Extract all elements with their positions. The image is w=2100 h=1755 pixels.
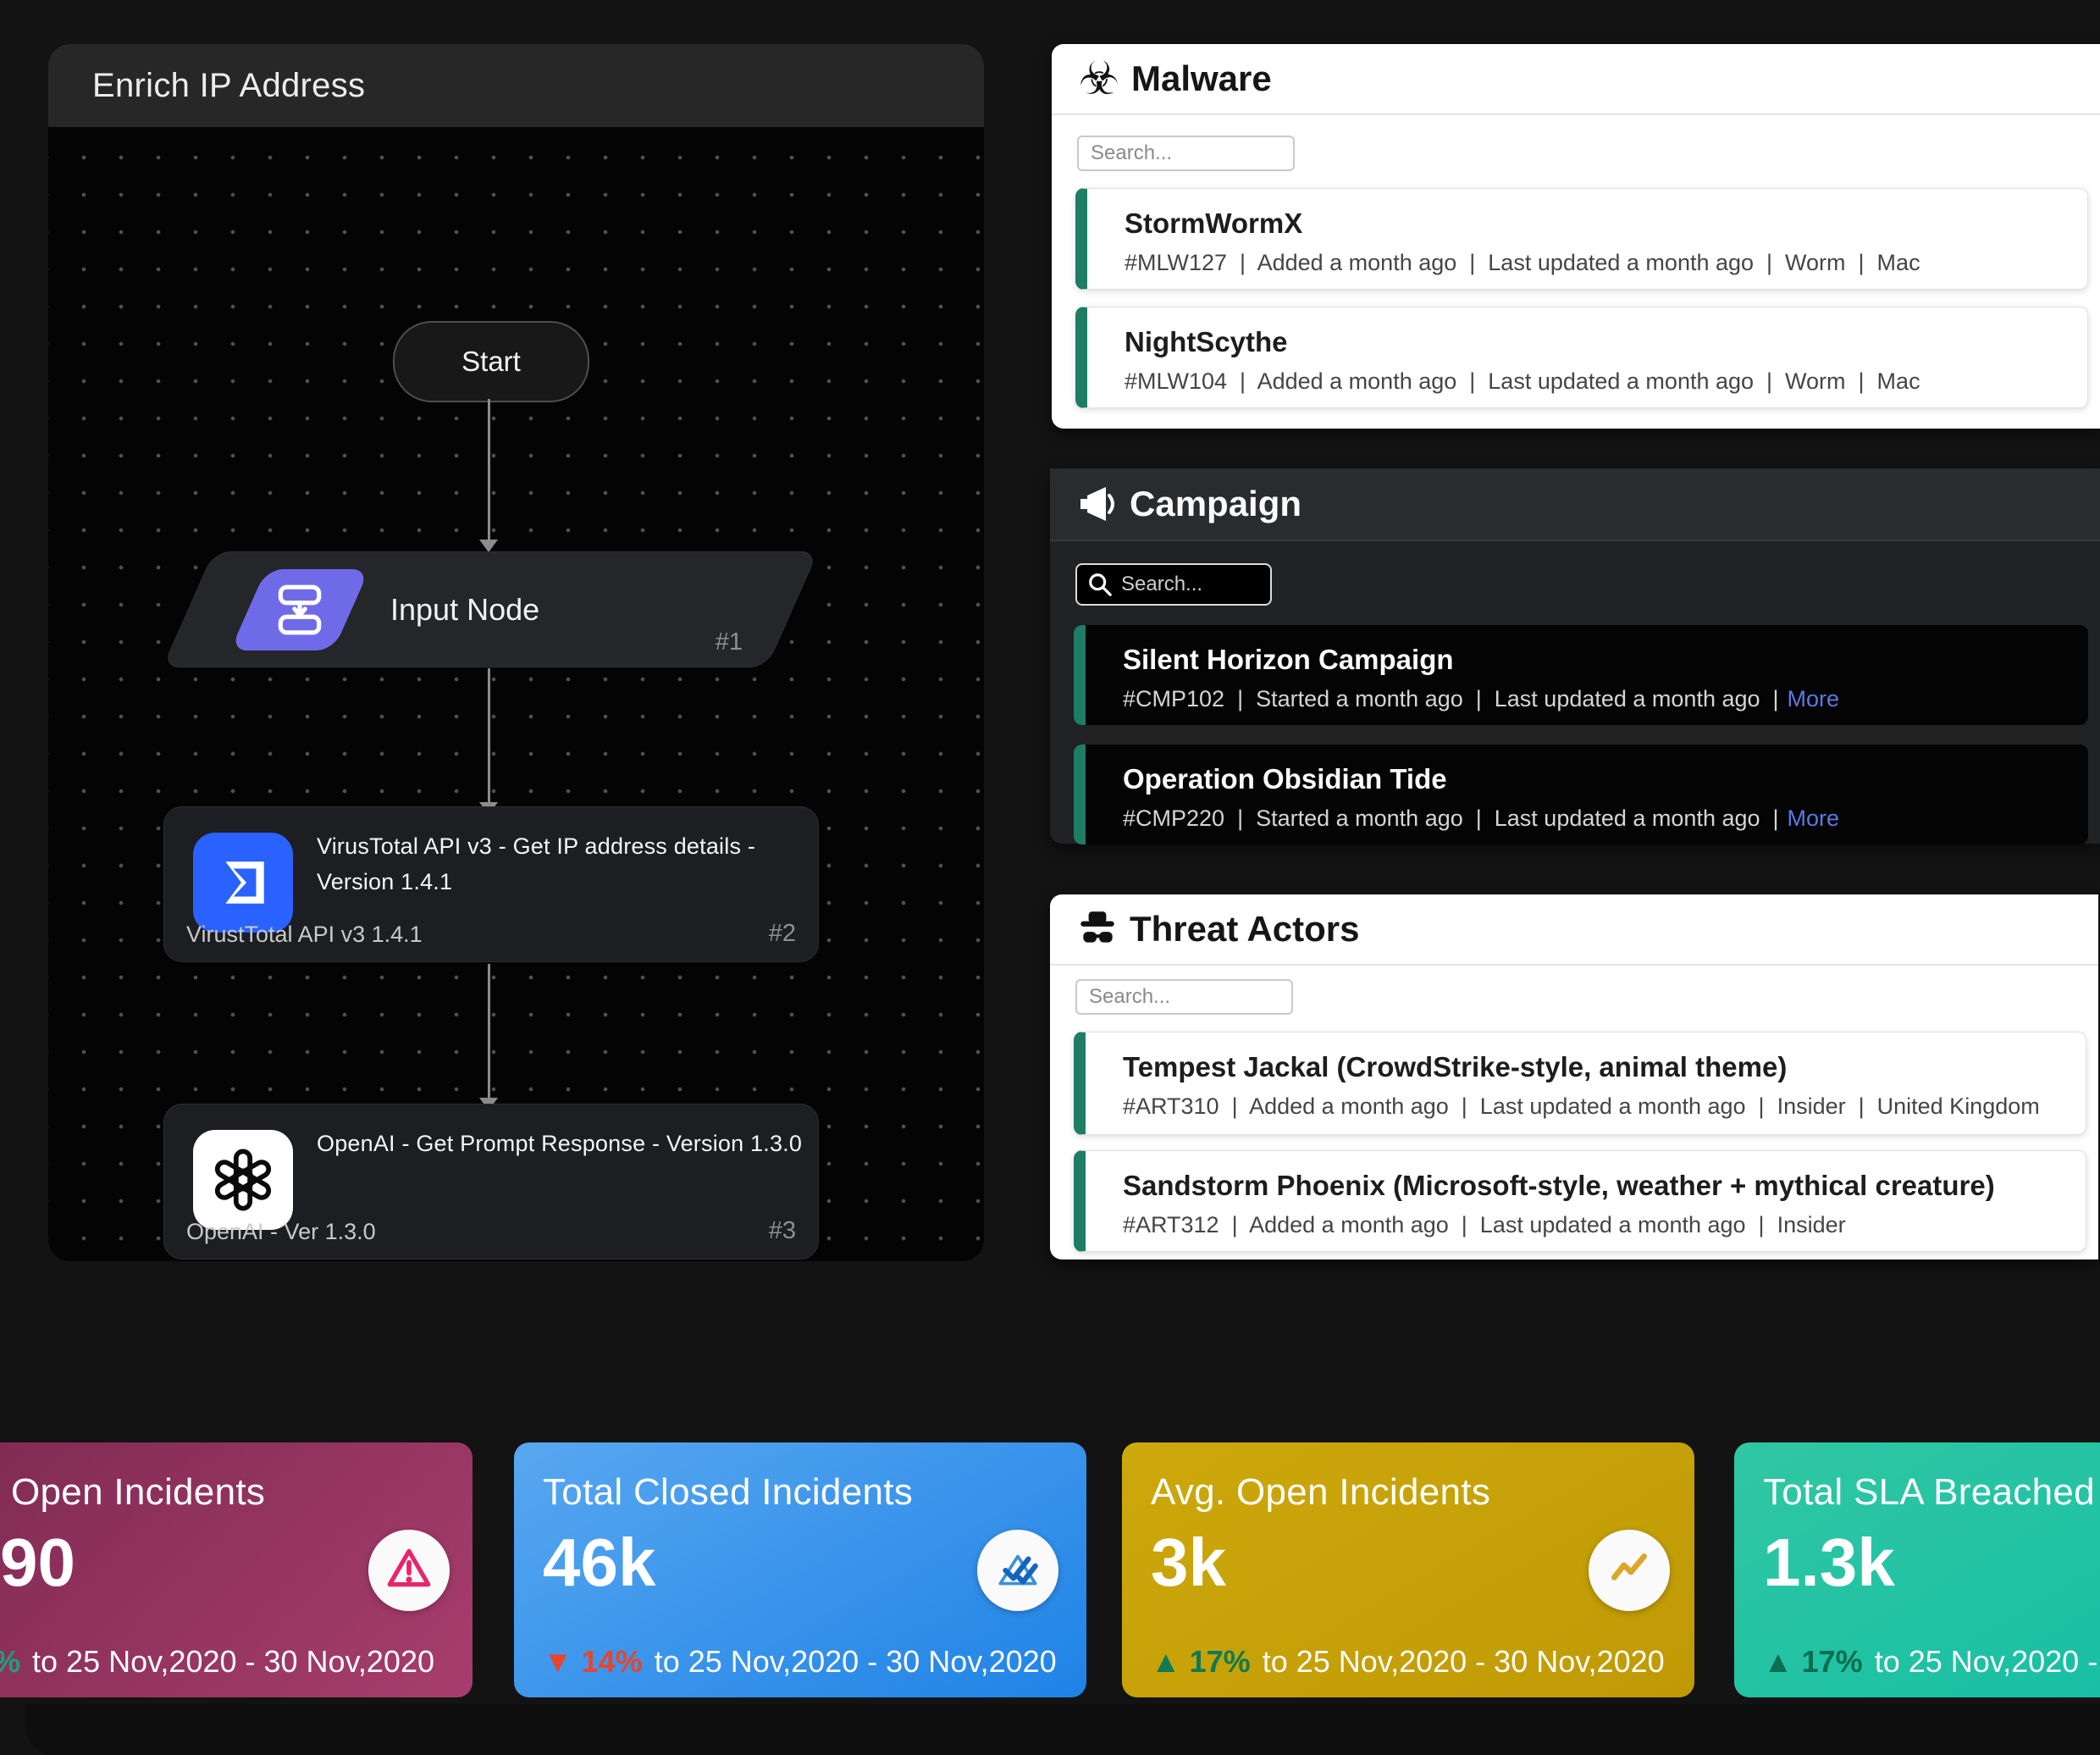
workflow-canvas[interactable]: Start Input Node <box>48 127 984 1261</box>
malware-search-input[interactable] <box>1077 136 1295 171</box>
stat-value: 3k <box>1151 1524 1226 1602</box>
virustotal-icon <box>193 833 293 933</box>
connector-line <box>488 399 490 541</box>
stat-card-total-closed-incidents: Total Closed Incidents 46k ▼ 14% to 25 No… <box>514 1442 1086 1697</box>
warning-circle-badge <box>368 1530 450 1611</box>
search-icon <box>1087 572 1113 597</box>
megaphone-icon <box>1074 484 1121 524</box>
threat-actor-list-item[interactable]: Sandstorm Phoenix (Microsoft-style, weat… <box>1074 1150 2086 1252</box>
openai-node-index: #3 <box>769 1217 796 1245</box>
threat-actors-panel-title: Threat Actors <box>1130 909 1360 949</box>
campaign-search-box[interactable] <box>1075 563 1272 606</box>
stat-title: Total Closed Incidents <box>543 1471 913 1514</box>
input-node[interactable]: Input Node #1 <box>163 551 819 667</box>
openai-node[interactable]: OpenAI - Get Prompt Response - Version 1… <box>163 1104 819 1260</box>
stat-trend-down: ▼ 14% <box>543 1644 643 1679</box>
double-check-icon <box>993 1544 1042 1597</box>
input-node-icon <box>272 582 328 638</box>
input-node-index: #1 <box>716 628 743 656</box>
stat-period: to 25 Nov,2020 - 30 Nov,2020 <box>655 1644 1057 1679</box>
trend-zigzag-icon <box>1605 1544 1654 1597</box>
threat-actors-panel-header: Threat Actors <box>1050 894 2098 966</box>
trend-circle-badge <box>1589 1530 1670 1611</box>
campaign-panel-title: Campaign <box>1130 484 1301 524</box>
stat-period-row: ▲ 17% to 25 Nov,2020 - 30 Nov,2020 <box>1151 1644 1665 1680</box>
start-node-label: Start <box>461 346 521 378</box>
virustotal-node-subtitle: VirustTotal API v3 1.4.1 <box>186 922 423 948</box>
stat-trend-up: ▲ 17% <box>1763 1644 1863 1679</box>
warning-triangle-icon <box>384 1544 434 1597</box>
campaign-panel: Campaign Silent Horizon Campaign #CMP102… <box>1050 468 2100 844</box>
stat-period-row: ▲ 17% to 25 Nov,2020 - 30 Nov,2020 <box>1763 1644 2100 1680</box>
stat-trend-up: ▲ 17% <box>1151 1644 1251 1679</box>
stat-card-total-sla-breached: Total SLA Breached 1.3k ▲ 17% to 25 Nov,2… <box>1734 1442 2100 1697</box>
campaign-item-meta: #CMP102 | Started a month ago | Last upd… <box>1123 686 1839 712</box>
bottom-strip <box>25 1704 2100 1755</box>
dashboard-page: Enrich IP Address Start <box>0 0 2100 1755</box>
malware-item-meta: #MLW127 | Added a month ago | Last updat… <box>1125 250 1920 276</box>
stat-value: 1.3k <box>1763 1524 1895 1602</box>
stat-period-row: % to 25 Nov,2020 - 30 Nov,2020 <box>0 1644 434 1680</box>
threat-actor-meta: #ART310 | Added a month ago | Last updat… <box>1123 1093 2040 1120</box>
threat-actor-list-item[interactable]: Tempest Jackal (CrowdStrike-style, anima… <box>1074 1032 2086 1135</box>
workflow-panel: Enrich IP Address Start <box>48 44 984 1261</box>
input-node-title: Input Node <box>390 592 539 628</box>
malware-list-item[interactable]: NightScythe #MLW104 | Added a month ago … <box>1075 307 2088 408</box>
malware-panel-title: Malware <box>1131 58 1272 99</box>
stat-card-open-incidents: Open Incidents 90 % to 25 Nov,2020 - 30 N… <box>0 1442 472 1697</box>
stat-title: Avg. Open Incidents <box>1151 1471 1490 1514</box>
input-node-badge <box>230 569 370 651</box>
start-node[interactable]: Start <box>393 321 589 402</box>
campaign-item-name: Operation Obsidian Tide <box>1123 763 1447 795</box>
threat-actor-name: Sandstorm Phoenix (Microsoft-style, weat… <box>1123 1170 1995 1202</box>
stat-value: 46k <box>543 1524 655 1602</box>
check-circle-badge <box>977 1530 1058 1611</box>
campaign-list-item[interactable]: Operation Obsidian Tide #CMP220 | Starte… <box>1074 745 2088 844</box>
threat-actor-meta: #ART312 | Added a month ago | Last updat… <box>1123 1212 1846 1238</box>
stat-title: Total SLA Breached <box>1763 1471 2095 1514</box>
connector-line <box>488 668 490 804</box>
workflow-title: Enrich IP Address <box>92 67 365 105</box>
malware-item-name: NightScythe <box>1125 326 1288 358</box>
stat-trend: % <box>0 1644 20 1679</box>
threat-actors-panel: Threat Actors Tempest Jackal (CrowdStrik… <box>1050 894 2098 1260</box>
virustotal-node-index: #2 <box>769 920 796 948</box>
stat-value: 90 <box>0 1524 75 1602</box>
virustotal-node-title: VirusTotal API v3 - Get IP address detai… <box>317 829 825 900</box>
stat-period: to 25 Nov,2020 - 30 Nov,2020 <box>1875 1644 2100 1679</box>
more-link[interactable]: More <box>1788 686 1840 711</box>
more-link[interactable]: More <box>1788 806 1840 831</box>
openai-node-title: OpenAI - Get Prompt Response - Version 1… <box>317 1127 825 1162</box>
campaign-item-name: Silent Horizon Campaign <box>1123 644 1454 676</box>
campaign-list-item[interactable]: Silent Horizon Campaign #CMP102 | Starte… <box>1074 625 2088 725</box>
malware-panel-header: ☣ Malware <box>1052 44 2100 115</box>
threat-actors-search-input[interactable] <box>1075 979 1293 1015</box>
openai-icon <box>193 1130 293 1230</box>
malware-item-name: StormWormX <box>1125 208 1302 240</box>
openai-node-subtitle: OpenAI - Ver 1.3.0 <box>186 1219 376 1245</box>
campaign-item-meta: #CMP220 | Started a month ago | Last upd… <box>1123 806 1839 832</box>
connector-line <box>488 964 490 1099</box>
spy-icon <box>1074 907 1121 951</box>
stat-period: to 25 Nov,2020 - 30 Nov,2020 <box>32 1644 434 1679</box>
campaign-panel-header: Campaign <box>1050 468 2100 541</box>
malware-panel: ☣ Malware StormWormX #MLW127 | Added a m… <box>1052 44 2100 429</box>
stat-title: Open Incidents <box>11 1471 265 1514</box>
malware-list-item[interactable]: StormWormX #MLW127 | Added a month ago |… <box>1075 188 2088 290</box>
threat-actor-name: Tempest Jackal (CrowdStrike-style, anima… <box>1123 1051 1787 1083</box>
virustotal-node[interactable]: VirusTotal API v3 - Get IP address detai… <box>163 806 819 962</box>
stat-period-row: ▼ 14% to 25 Nov,2020 - 30 Nov,2020 <box>543 1644 1057 1680</box>
malware-item-meta: #MLW104 | Added a month ago | Last updat… <box>1125 368 1920 395</box>
stat-period: to 25 Nov,2020 - 30 Nov,2020 <box>1263 1644 1665 1679</box>
connector-arrow-icon <box>479 540 498 552</box>
workflow-header: Enrich IP Address <box>48 44 984 127</box>
biohazard-icon: ☣ <box>1075 56 1123 102</box>
stat-card-avg-open-incidents: Avg. Open Incidents 3k ▲ 17% to 25 Nov,20… <box>1122 1442 1694 1697</box>
campaign-search-input[interactable] <box>1119 572 1258 597</box>
